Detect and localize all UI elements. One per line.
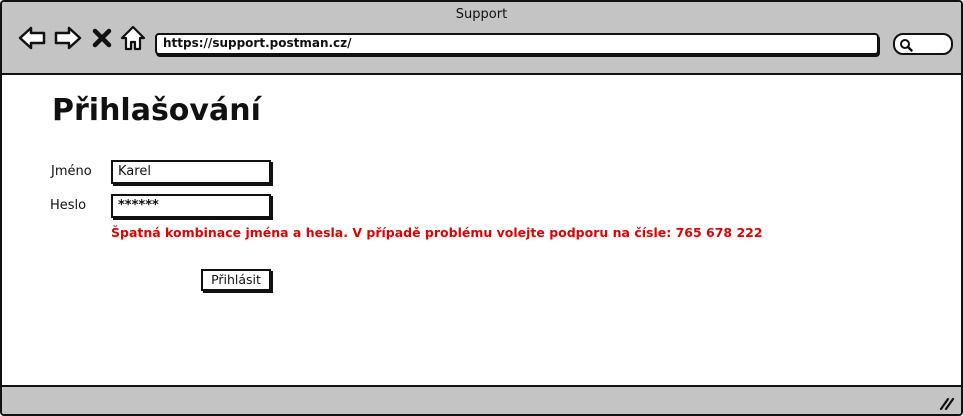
resize-grip-icon[interactable]	[939, 396, 955, 410]
name-field[interactable]: Karel	[111, 160, 271, 184]
login-button[interactable]: Přihlásit	[201, 269, 271, 291]
search-field[interactable]	[893, 33, 953, 55]
name-label: Jméno	[51, 164, 92, 179]
browser-window: Support https://support.postman.cz/ Přih…	[0, 0, 963, 416]
back-arrow-icon[interactable]	[18, 24, 46, 52]
page-title: Přihlašování	[52, 93, 261, 128]
error-message: Špatná kombinace jména a hesla. V případ…	[111, 225, 763, 240]
url-text: https://support.postman.cz/	[163, 36, 352, 50]
home-icon[interactable]	[119, 24, 147, 52]
password-field[interactable]: ******	[111, 194, 271, 218]
search-icon	[900, 39, 913, 52]
status-bar	[2, 385, 961, 414]
forward-arrow-icon[interactable]	[54, 24, 82, 52]
window-title: Support	[455, 7, 508, 22]
password-label: Heslo	[50, 198, 87, 213]
page-content: Přihlašování Jméno Karel Heslo ****** Šp…	[2, 75, 961, 385]
browser-toolbar: Support https://support.postman.cz/	[2, 2, 961, 75]
url-input[interactable]: https://support.postman.cz/	[155, 33, 879, 55]
close-icon[interactable]	[91, 24, 113, 52]
